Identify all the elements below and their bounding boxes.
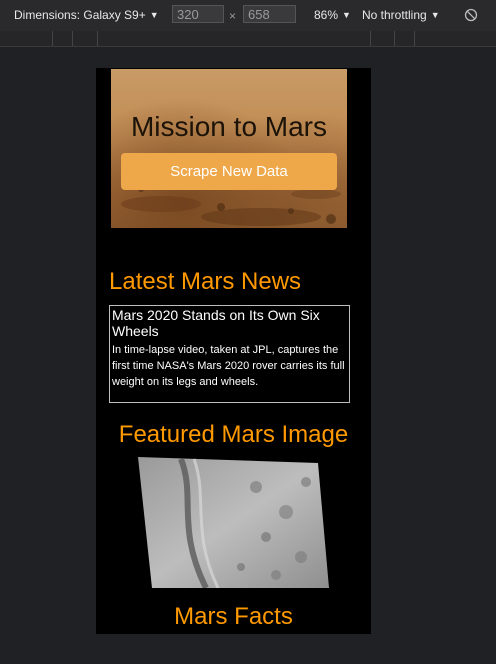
- ruler-divider: [97, 31, 98, 46]
- width-input[interactable]: [172, 5, 224, 23]
- ruler-divider: [52, 31, 53, 46]
- news-card: Mars 2020 Stands on Its Own Six Wheels I…: [109, 305, 350, 403]
- device-toolbar: Dimensions: Galaxy S9+▼ × 86%▼ No thrott…: [0, 0, 496, 32]
- device-viewport: Mission to Mars Scrape New Data Latest M…: [96, 68, 371, 634]
- dimensions-dropdown[interactable]: Dimensions: Galaxy S9+ ▼: [14, 8, 159, 22]
- scrape-button[interactable]: Scrape New Data: [121, 153, 337, 190]
- news-title: Mars 2020 Stands on Its Own Six Wheels: [112, 307, 320, 339]
- caret-down-icon: ▼: [149, 10, 159, 20]
- caret-down-icon: ▼: [430, 10, 440, 20]
- facts-heading: Mars Facts: [174, 603, 293, 630]
- height-input[interactable]: [243, 5, 296, 23]
- throttling-label: No throttling: [362, 8, 427, 22]
- dimensions-label: Dimensions: Galaxy S9+: [14, 8, 146, 22]
- ruler-divider: [370, 31, 371, 46]
- zoom-label: 86%: [314, 8, 339, 22]
- mars-terrain-image: [121, 186, 341, 226]
- zoom-dropdown[interactable]: 86% ▼: [314, 8, 351, 22]
- ruler-divider: [414, 31, 415, 46]
- hero-jumbotron: Mission to Mars Scrape New Data: [111, 69, 347, 228]
- ruler-divider: [394, 31, 395, 46]
- media-query-ruler: [0, 31, 496, 47]
- times-separator: ×: [229, 9, 237, 23]
- rotate-icon[interactable]: [464, 8, 478, 22]
- featured-image-heading: Featured Mars Image: [118, 421, 349, 448]
- news-paragraph: In time-lapse video, taken at JPL, captu…: [112, 344, 345, 388]
- ruler-divider: [72, 31, 73, 46]
- news-heading: Latest Mars News: [109, 268, 302, 295]
- caret-down-icon: ▼: [342, 10, 351, 20]
- featured-mars-image[interactable]: [136, 457, 329, 588]
- hero-title: Mission to Mars: [130, 111, 328, 142]
- throttling-dropdown[interactable]: No throttling ▼: [362, 8, 440, 22]
